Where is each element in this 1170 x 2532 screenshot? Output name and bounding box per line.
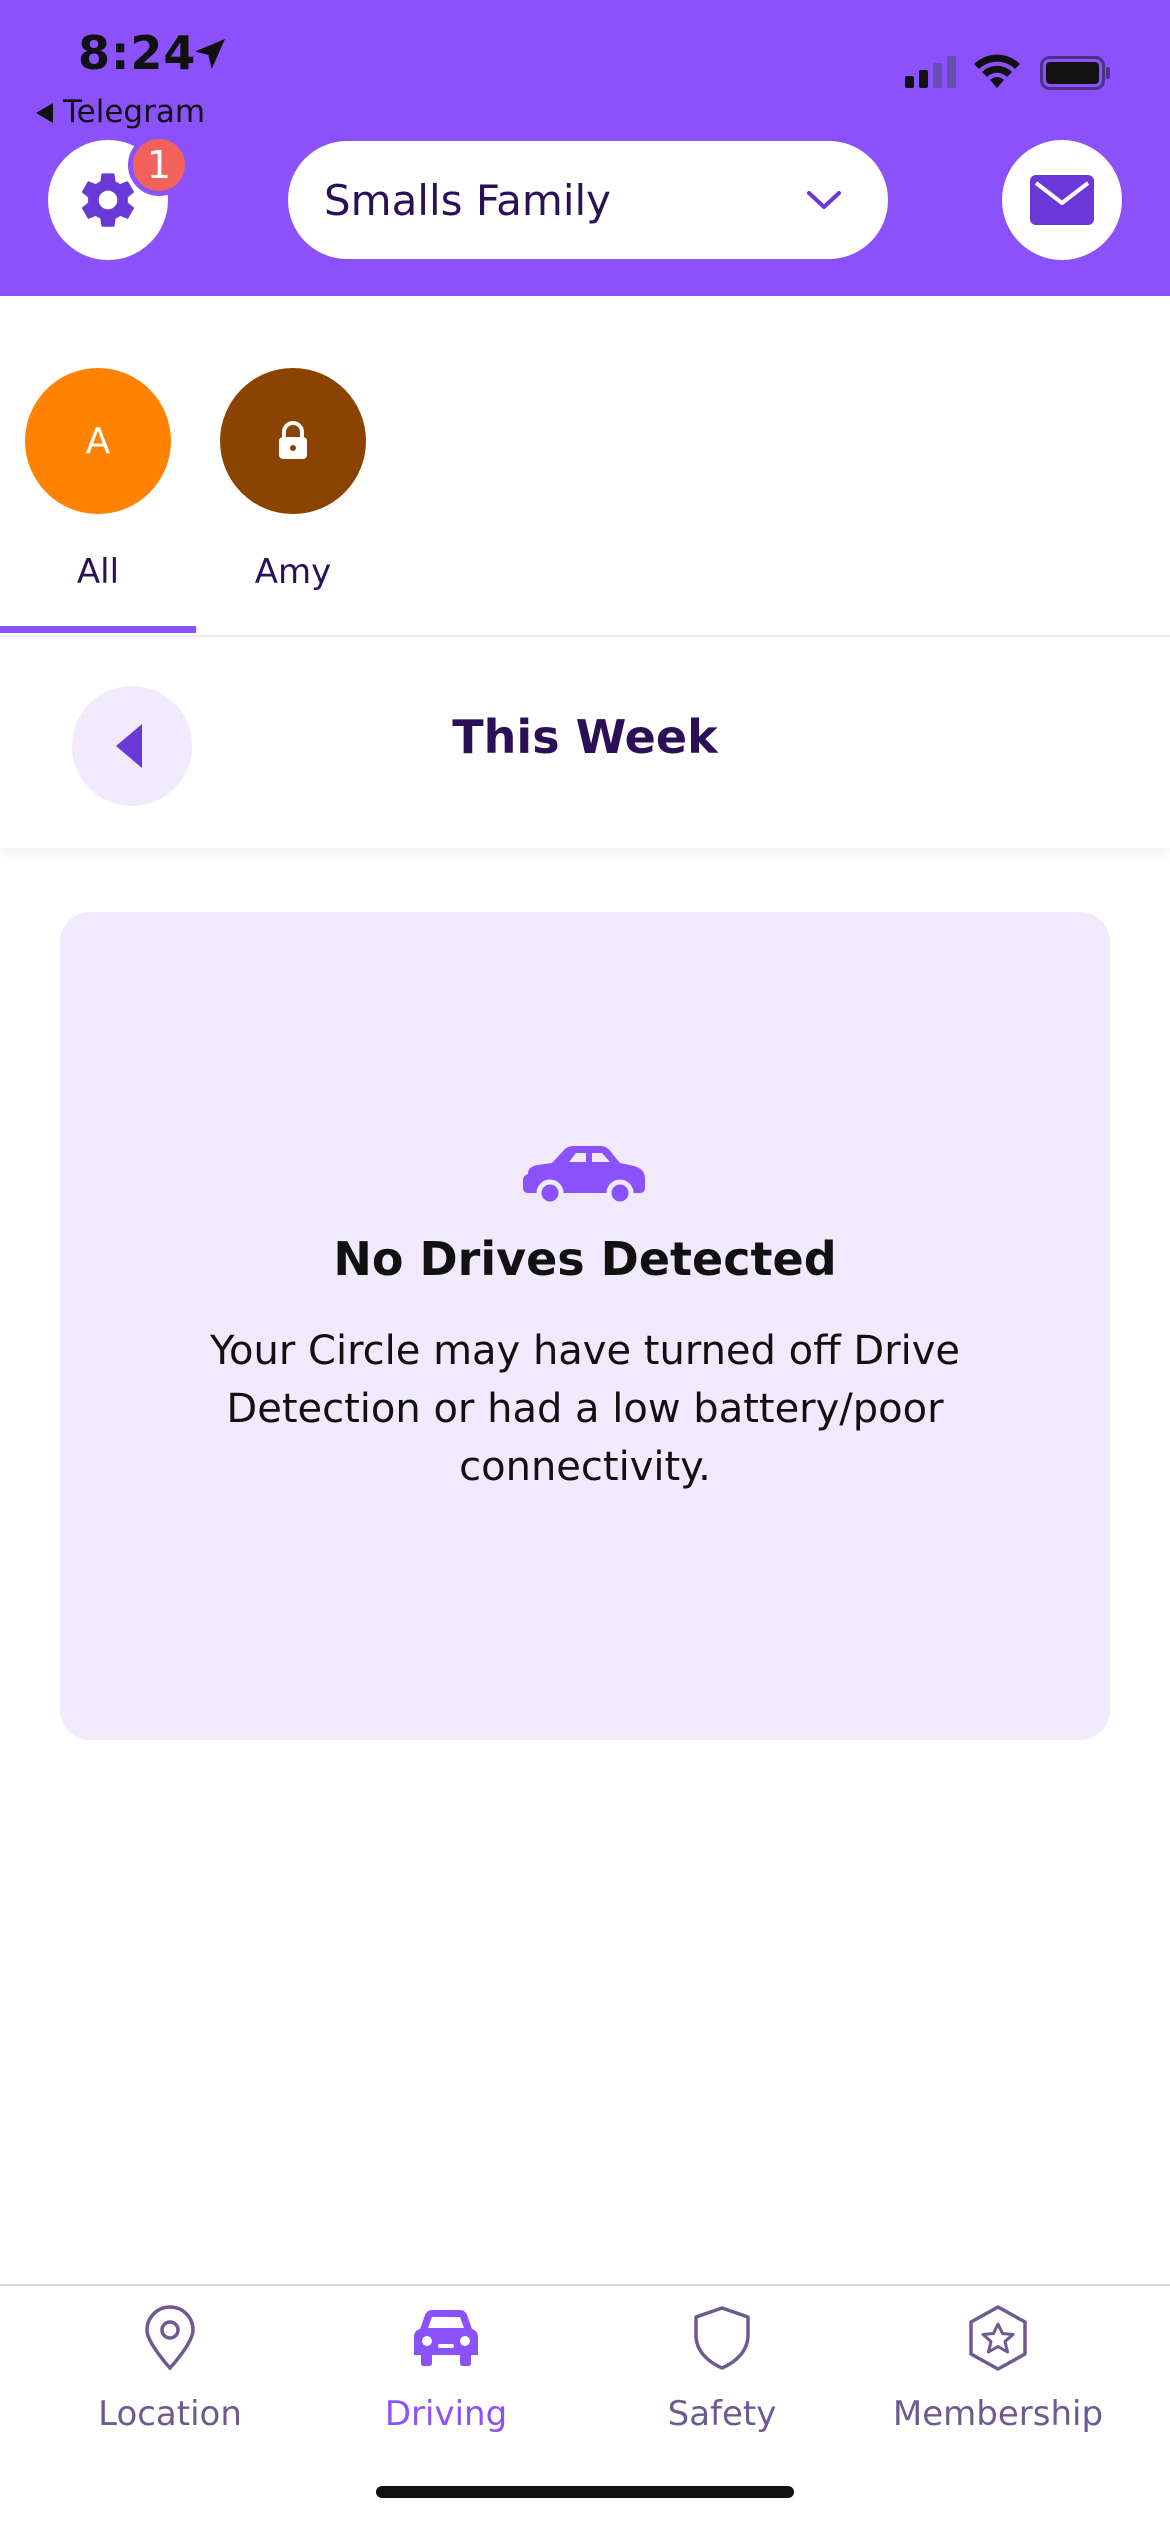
member-selector: A All Amy [0,296,1170,638]
cellular-signal-icon [905,56,956,88]
tab-label: Membership [892,2394,1104,2434]
location-services-icon [195,39,225,69]
avatar-initial: A [85,420,111,462]
member-name: All [76,552,120,592]
back-to-app-link[interactable]: Telegram [36,94,205,130]
tab-label: Location [98,2394,242,2434]
tab-location[interactable]: Location [40,2300,300,2434]
car-icon [523,1146,645,1206]
empty-drives-card: No Drives Detected Your Circle may have … [60,912,1110,1740]
location-pin-icon [145,2305,195,2371]
status-time: 8:24 [78,26,197,80]
divider [0,635,1170,637]
empty-state-title: No Drives Detected [333,1232,837,1286]
member-amy[interactable]: Amy [195,368,391,592]
tab-label: Driving [384,2394,508,2434]
week-title: This Week [452,710,718,764]
circle-name: Smalls Family [324,175,612,225]
tab-label: Safety [667,2394,777,2434]
wifi-icon [974,54,1020,88]
shield-icon [694,2306,750,2370]
tab-safety[interactable]: Safety [592,2300,852,2434]
messages-button[interactable] [1002,140,1122,260]
circle-switcher-dropdown[interactable]: Smalls Family [288,141,888,259]
app-header: 8:24 Telegram 1 Smalls Family [0,0,1170,296]
week-navigator: This Week [0,640,1170,848]
lock-icon [279,421,307,459]
avatar: A [25,368,171,514]
avatar [220,368,366,514]
car-icon [414,2310,478,2366]
battery-icon [1040,56,1110,90]
chevron-down-icon [807,191,841,209]
member-name: Amy [254,552,332,592]
tab-driving[interactable]: Driving [316,2300,576,2434]
notification-badge: 1 [128,134,190,196]
back-arrow-icon [36,103,53,123]
empty-state-message: Your Circle may have turned off Drive De… [209,1328,961,1490]
home-indicator [376,2486,794,2498]
member-all[interactable]: A All [0,368,196,592]
envelope-icon [1030,175,1094,225]
selected-member-indicator [0,626,196,633]
star-badge-icon [969,2305,1027,2371]
tab-membership[interactable]: Membership [868,2300,1128,2434]
back-app-label: Telegram [63,94,206,130]
